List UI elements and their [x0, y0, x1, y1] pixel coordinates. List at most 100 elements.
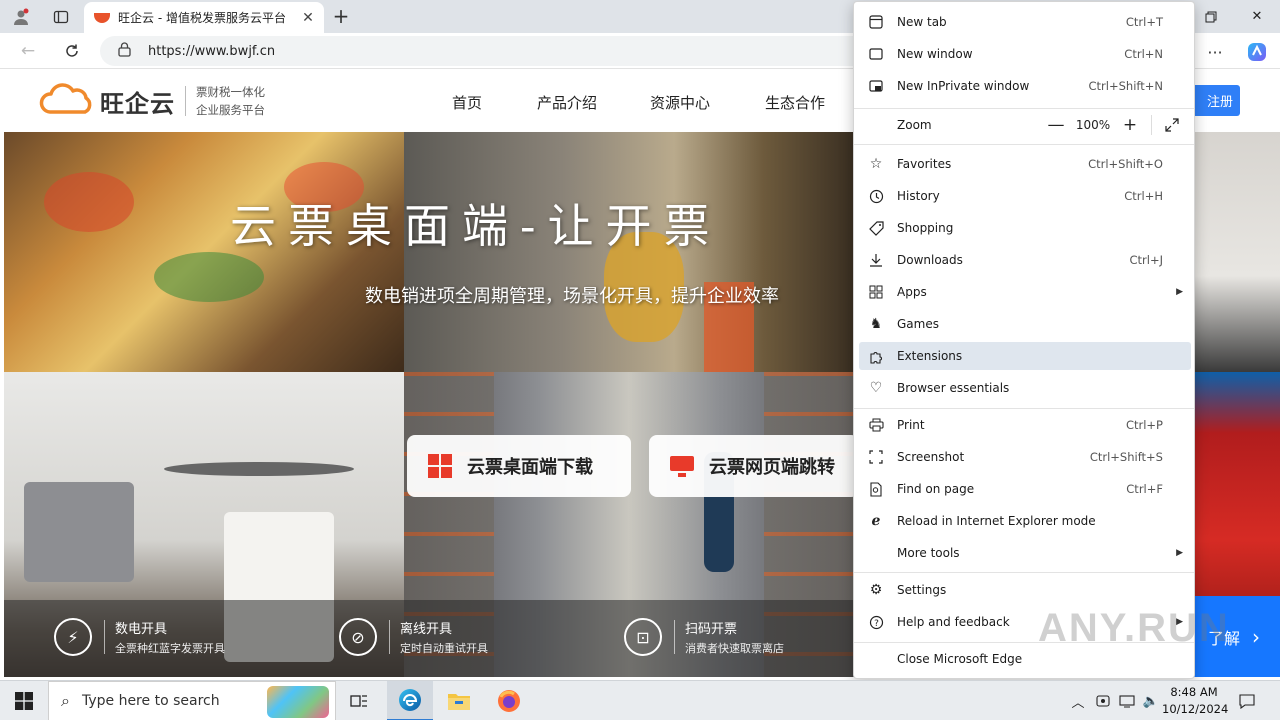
site-logo[interactable]: 旺企云 票财税一体化 企业服务平台	[38, 82, 265, 120]
nav-products[interactable]: 产品介绍	[537, 92, 597, 113]
menu-item-inprivate[interactable]: New InPrivate window Ctrl+Shift+N	[859, 72, 1191, 100]
tagline-line-1: 票财税一体化	[196, 85, 265, 99]
windows-taskbar: ⌕ Type here to search ︿ 🔈 8:48 AM 10/12/…	[0, 680, 1280, 720]
download-icon	[867, 251, 885, 269]
menu-item-screenshot[interactable]: Screenshot Ctrl+Shift+S	[859, 443, 1191, 471]
new-window-icon	[867, 45, 885, 63]
feature-item[interactable]: ⚡ 数电开具 全票种红蓝字发票开具	[54, 618, 225, 656]
menu-item-more-tools[interactable]: More tools ▶	[859, 539, 1191, 567]
tab-actions-icon[interactable]	[50, 6, 72, 28]
nav-resources[interactable]: 资源中心	[650, 92, 710, 113]
apps-icon	[867, 283, 885, 301]
web-jump-label: 云票网页端跳转	[709, 457, 835, 478]
start-button[interactable]	[0, 681, 48, 720]
scan-icon: ⊡	[624, 618, 662, 656]
menu-shortcut: Ctrl+N	[1124, 47, 1163, 61]
menu-item-extensions[interactable]: Extensions	[859, 342, 1191, 370]
menu-item-print[interactable]: Print Ctrl+P	[859, 411, 1191, 439]
svg-text:?: ?	[874, 619, 879, 629]
menu-shortcut: Ctrl+Shift+N	[1088, 79, 1163, 93]
menu-shortcut: Ctrl+Shift+O	[1088, 157, 1163, 171]
zoom-in-button[interactable]: +	[1117, 111, 1143, 139]
windows-logo-icon	[428, 454, 452, 478]
gear-icon: ⚙	[869, 582, 883, 598]
zoom-label: Zoom	[897, 118, 932, 132]
edge-taskbar-icon[interactable]	[387, 681, 433, 720]
volume-icon[interactable]: 🔈	[1140, 681, 1162, 720]
feature-item[interactable]: ⊘ 离线开具 定时自动重试开具	[339, 618, 488, 656]
menu-shortcut: Ctrl+F	[1126, 482, 1163, 496]
close-window-icon[interactable]: ✕	[1234, 0, 1280, 33]
menu-item-favorites[interactable]: ☆ Favorites Ctrl+Shift+O	[859, 150, 1191, 178]
refresh-icon[interactable]	[60, 39, 84, 63]
submenu-arrow-icon: ▶	[1176, 287, 1183, 297]
network-icon[interactable]	[1116, 681, 1138, 720]
notification-icon[interactable]	[1234, 681, 1260, 720]
feature-title: 离线开具	[400, 622, 453, 637]
profile-icon[interactable]	[10, 6, 32, 28]
menu-item-games[interactable]: ♞ Games	[859, 310, 1191, 338]
feature-item[interactable]: ⊡ 扫码开票 消费者快速取票离店	[624, 618, 784, 656]
feature-desc: 消费者快速取票离店	[685, 642, 784, 655]
watermark: ANY.RUN	[1038, 606, 1230, 650]
menu-item-apps[interactable]: Apps ▶	[859, 278, 1191, 306]
right-room-photo	[1194, 132, 1280, 372]
menu-shortcut: Ctrl+J	[1129, 253, 1164, 267]
menu-item-shopping[interactable]: Shopping	[859, 214, 1191, 242]
feature-bar: ⚡ 数电开具 全票种红蓝字发票开具 ⊘ 离线开具 定时自动重试开具 ⊡ 扫码开票…	[4, 600, 854, 677]
taskbar-search[interactable]: ⌕ Type here to search	[48, 681, 336, 720]
menu-label: Settings	[897, 583, 947, 597]
lock-icon[interactable]	[118, 41, 136, 61]
ie-icon: ℯ	[871, 513, 881, 529]
new-tab-button[interactable]: +	[330, 5, 352, 27]
meet-now-icon[interactable]	[1092, 681, 1114, 720]
more-options-icon[interactable]: ···	[1202, 39, 1228, 65]
heart-pulse-icon: ♡	[869, 380, 883, 396]
desktop-download-label: 云票桌面端下载	[467, 457, 593, 478]
menu-item-zoom: Zoom — 100% +	[859, 111, 1191, 139]
menu-shortcut: Ctrl+T	[1125, 15, 1163, 29]
menu-item-new-tab[interactable]: New tab Ctrl+T	[859, 8, 1191, 36]
menu-label: Reload in Internet Explorer mode	[897, 514, 1096, 528]
feature-desc: 定时自动重试开具	[400, 642, 488, 655]
nav-home[interactable]: 首页	[452, 92, 482, 113]
print-icon	[867, 416, 885, 434]
menu-item-new-window[interactable]: New window Ctrl+N	[859, 40, 1191, 68]
new-tab-icon	[867, 13, 885, 31]
tray-overflow-icon[interactable]: ︿	[1068, 681, 1088, 720]
menu-item-ie-mode[interactable]: ℯ Reload in Internet Explorer mode	[859, 507, 1191, 535]
nav-ecosystem[interactable]: 生态合作	[765, 92, 825, 113]
register-button[interactable]: 注册	[1190, 85, 1240, 116]
firefox-icon[interactable]	[486, 681, 532, 720]
site-favicon-icon	[94, 12, 110, 23]
back-arrow-icon[interactable]: ←	[16, 39, 40, 63]
zoom-out-button[interactable]: —	[1043, 111, 1069, 139]
menu-label: More tools	[897, 546, 960, 560]
hero-title: 云票桌面端-让开票	[230, 199, 722, 253]
screenshot-icon	[867, 448, 885, 466]
web-jump-button[interactable]: 云票网页端跳转	[649, 435, 859, 497]
task-view-icon[interactable]	[336, 681, 382, 720]
search-icon: ⌕	[61, 691, 70, 710]
menu-item-browser-essentials[interactable]: ♡ Browser essentials	[859, 374, 1191, 402]
menu-item-downloads[interactable]: Downloads Ctrl+J	[859, 246, 1191, 274]
copilot-icon[interactable]	[1244, 39, 1270, 65]
menu-divider	[854, 408, 1194, 409]
feature-divider	[104, 620, 105, 654]
taskbar-clock[interactable]: 8:48 AM 10/12/2024	[1162, 684, 1228, 718]
find-icon	[867, 480, 885, 498]
file-explorer-icon[interactable]	[436, 681, 482, 720]
close-tab-icon[interactable]: ✕	[298, 10, 318, 26]
menu-item-history[interactable]: History Ctrl+H	[859, 182, 1191, 210]
menu-label: New tab	[897, 15, 947, 29]
menu-item-settings[interactable]: ⚙ Settings	[859, 576, 1191, 604]
fullscreen-icon[interactable]	[1159, 111, 1185, 139]
menu-label: Shopping	[897, 221, 954, 235]
browser-tab-active[interactable]: 旺企云 - 增值税发票服务云平台 ✕	[84, 2, 324, 33]
tag-icon	[867, 219, 885, 237]
desktop-download-button[interactable]: 云票桌面端下载	[407, 435, 631, 497]
menu-label: New window	[897, 47, 973, 61]
windows-start-icon	[15, 692, 33, 710]
menu-label: Extensions	[897, 349, 963, 363]
menu-item-find[interactable]: Find on page Ctrl+F	[859, 475, 1191, 503]
